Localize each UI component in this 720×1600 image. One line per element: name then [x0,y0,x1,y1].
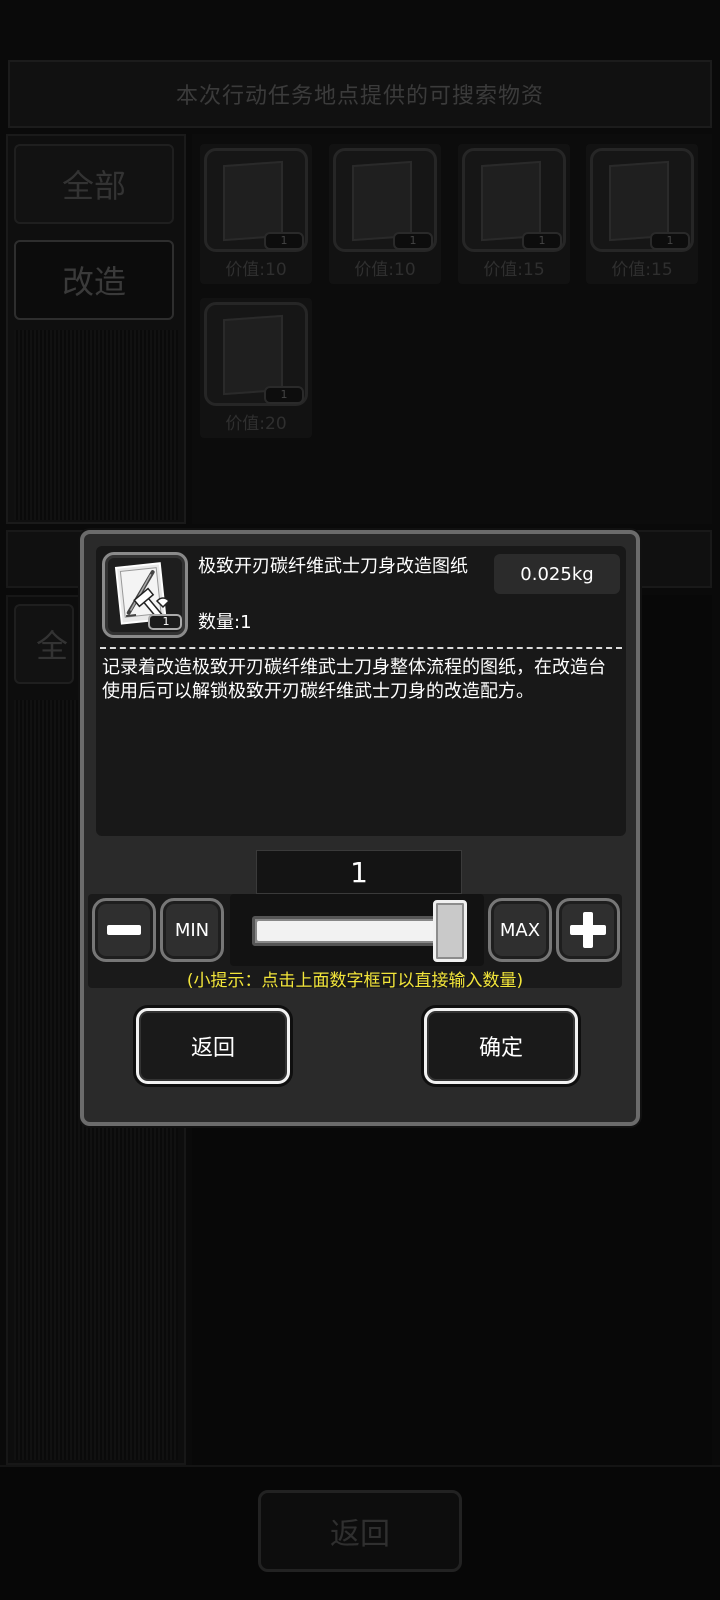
item-value: 价值:15 [483,260,545,280]
item-title: 极致开刃碳纤维武士刀身改造图纸 [198,556,468,577]
back-button[interactable]: 返回 [258,1490,462,1572]
dashed-divider [100,647,622,649]
blueprint-icon [223,314,283,396]
item-value: 价值:15 [611,260,673,280]
increment-button[interactable] [556,898,620,962]
slider-handle[interactable] [433,900,467,962]
category-column-pattern [14,330,178,520]
item-qty: 1 [650,232,690,250]
item-value: 价值:10 [354,260,416,280]
blueprint-wrench-icon: 1 [102,552,188,638]
item-grid: 1 价值:10 1 价值:10 1 价值:15 1 价值:15 1 价值:20 [192,134,712,524]
item-slot[interactable]: 1 价值:15 [586,144,698,284]
input-hint: (小提示：点击上面数字框可以直接输入数量) [186,971,524,991]
quantity-slider[interactable] [230,894,484,966]
search-supplies-title: 本次行动任务地点提供的可搜索物资 [8,60,712,128]
item-quantity-dialog: 1 极致开刃碳纤维武士刀身改造图纸 数量:1 0.025kg 记录着改造极致开刃… [80,530,640,1126]
item-slot[interactable]: 1 价值:20 [200,298,312,438]
icon-qty: 1 [162,615,170,628]
item-count: 数量:1 [198,612,252,633]
item-qty: 1 [522,232,562,250]
quantity-input[interactable]: 1 [256,850,462,894]
confirm-button[interactable]: 确定 [424,1008,578,1084]
tab-modify[interactable]: 改造 [14,240,174,320]
item-qty: 1 [264,386,304,404]
blueprint-icon [609,160,669,242]
decrement-button[interactable] [92,898,156,962]
cancel-button[interactable]: 返回 [136,1008,290,1084]
minus-icon [107,925,141,935]
tab-all[interactable]: 全部 [14,144,174,224]
blueprint-icon [223,160,283,242]
item-qty: 1 [393,232,433,250]
item-qty: 1 [264,232,304,250]
plus-icon [568,910,608,950]
item-slot[interactable]: 1 价值:10 [200,144,312,284]
tab-all-lower[interactable]: 全 [14,604,74,684]
quantity-controls: MIN MAX (小提示：点击上面数字框可以直接输入数量) [88,894,622,991]
blueprint-icon [352,160,412,242]
item-slot[interactable]: 1 价值:10 [329,144,441,284]
item-info-panel: 1 极致开刃碳纤维武士刀身改造图纸 数量:1 0.025kg 记录着改造极致开刃… [96,546,626,836]
blueprint-icon [481,160,541,242]
min-button[interactable]: MIN [160,898,224,962]
max-button[interactable]: MAX [488,898,552,962]
slider-track [252,916,450,946]
item-value: 价值:20 [225,414,287,434]
item-slot[interactable]: 1 价值:15 [458,144,570,284]
weight-badge: 0.025kg [494,554,620,594]
item-description: 记录着改造极致开刃碳纤维武士刀身整体流程的图纸，在改造台使用后可以解锁极致开刃碳… [102,657,606,702]
slider-fill [257,921,445,941]
item-value: 价值:10 [225,260,287,280]
